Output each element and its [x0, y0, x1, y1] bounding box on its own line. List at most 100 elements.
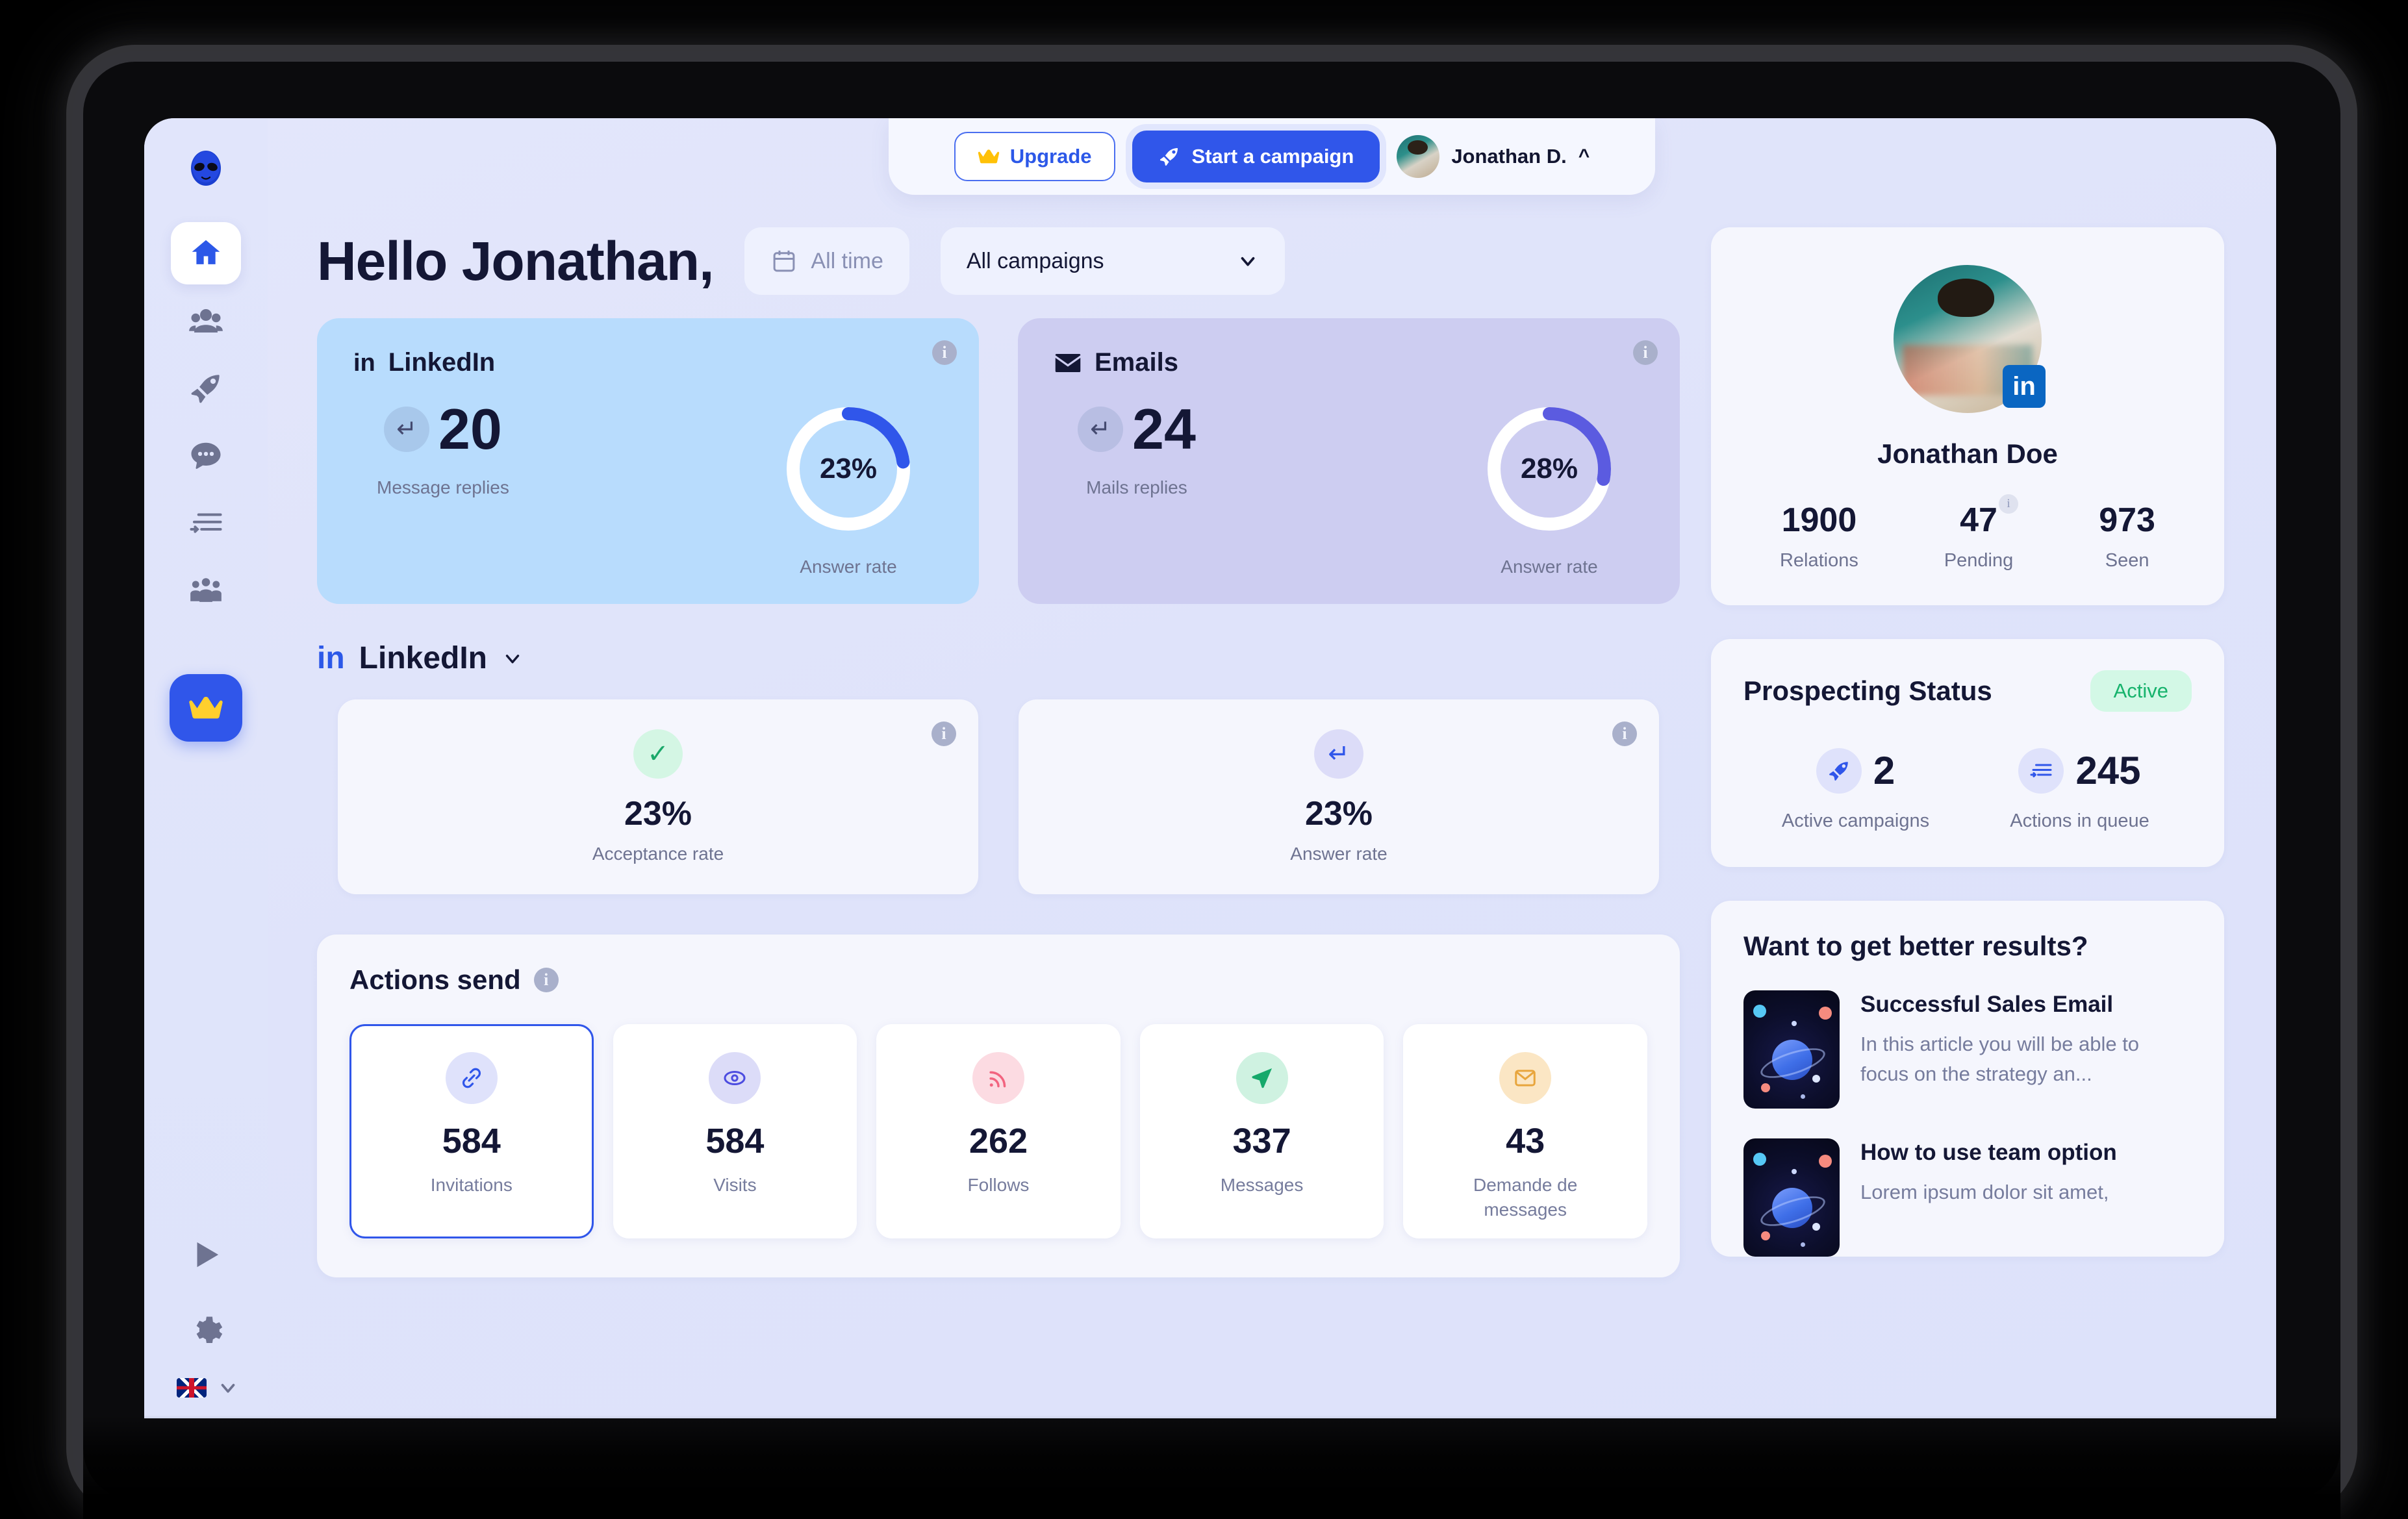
uk-flag-icon: [177, 1378, 207, 1398]
sidebar-nav-list: [144, 222, 268, 622]
chevron-up-icon: ^: [1578, 145, 1590, 167]
linkedin-section-header[interactable]: in LinkedIn: [317, 640, 1680, 676]
start-campaign-label: Start a campaign: [1191, 145, 1354, 168]
answer-rate-label: Answer rate: [800, 557, 897, 577]
action-tile-value: 584: [442, 1122, 501, 1161]
reply-icon: ↵: [1314, 729, 1363, 779]
greeting-row: Hello Jonathan, All time All campaigns: [317, 227, 1680, 295]
upgrade-button[interactable]: Upgrade: [954, 132, 1115, 181]
action-tile-message-requests[interactable]: 43 Demande de messages: [1403, 1024, 1647, 1238]
linkedin-section-title: LinkedIn: [359, 641, 487, 675]
profile-stat-relations: 1900 Relations: [1780, 501, 1858, 571]
left-sidebar: [144, 118, 268, 1418]
article-item[interactable]: How to use team option Lorem ipsum dolor…: [1743, 1138, 2192, 1257]
language-selector[interactable]: [173, 1377, 239, 1399]
rocket-icon: [191, 375, 220, 403]
article-item[interactable]: Successful Sales Email In this article y…: [1743, 990, 2192, 1109]
info-icon[interactable]: i: [932, 722, 956, 746]
channel-summary-row: i in LinkedIn ↵ 20 Message replies 23% A…: [317, 318, 1680, 604]
profile-stat-pending: 47 i Pending: [1944, 494, 2018, 571]
acceptance-rate-card: i ✓ 23% Acceptance rate: [338, 699, 978, 894]
article-description: Lorem ipsum dolor sit amet,: [1860, 1180, 2109, 1203]
chat-icon: [191, 442, 221, 470]
profile-stat-value: 47: [1960, 501, 1997, 539]
action-tile-value: 337: [1232, 1122, 1291, 1161]
sidebar-item-queue[interactable]: [171, 492, 241, 555]
linkedin-icon: in: [353, 349, 375, 377]
sidebar-item-tutorial[interactable]: [171, 1224, 241, 1286]
upgrade-button-label: Upgrade: [1009, 145, 1092, 168]
answer-rate-value: 28%: [1520, 453, 1578, 484]
alien-icon[interactable]: [182, 145, 230, 194]
action-tile-visits[interactable]: 584 Visits: [613, 1024, 857, 1238]
action-tile-follows[interactable]: 262 Follows: [876, 1024, 1121, 1238]
profile-stat-value: 1900: [1781, 501, 1857, 539]
app-window: Upgrade Start a campaign Jonathan D. ^ H…: [144, 118, 2276, 1418]
sidebar-item-upgrade[interactable]: [170, 674, 242, 742]
profile-stat-value: 973: [2099, 501, 2155, 539]
action-tile-label: Follows: [967, 1175, 1030, 1195]
channel-card-linkedin: i in LinkedIn ↵ 20 Message replies 23% A…: [317, 318, 979, 604]
status-badge: Active: [2090, 670, 2192, 712]
link-icon: [445, 1052, 498, 1104]
profile-card: in Jonathan Doe 1900 Relations 47 i Pendi…: [1711, 227, 2224, 605]
sidebar-item-settings[interactable]: [171, 1300, 241, 1362]
main-column: Hello Jonathan, All time All campaigns i…: [317, 227, 1680, 1418]
side-column: in Jonathan Doe 1900 Relations 47 i Pendi…: [1711, 227, 2224, 1418]
campaign-filter-value: All campaigns: [966, 248, 1104, 273]
answer-rate-donut: 28%: [1481, 401, 1617, 537]
channel-card-emails: i Emails ↵ 24 Mails replies 28% Answer r…: [1018, 318, 1680, 604]
chevron-down-icon[interactable]: [501, 647, 524, 670]
info-icon[interactable]: i: [1633, 340, 1658, 365]
chevron-down-icon: [1241, 257, 1255, 266]
rocket-icon: [1816, 748, 1862, 794]
info-icon[interactable]: i: [1998, 494, 2018, 514]
article-thumbnail: [1743, 990, 1840, 1109]
channel-metric-value: 24: [1132, 397, 1196, 461]
info-icon[interactable]: i: [932, 340, 957, 365]
profile-stat-label: Relations: [1779, 550, 1858, 571]
prospecting-value: 245: [2075, 749, 2141, 792]
action-tile-invitations[interactable]: 584 Invitations: [349, 1024, 594, 1238]
articles-card: Want to get better results? Successful S…: [1711, 901, 2224, 1257]
info-icon[interactable]: i: [1612, 722, 1637, 746]
channel-metric-label: Message replies: [377, 477, 509, 497]
envelope-icon: [1055, 353, 1081, 372]
page-title: Hello Jonathan,: [317, 230, 714, 292]
campaign-filter[interactable]: All campaigns: [940, 227, 1285, 295]
answer-rate-donut: 23%: [780, 401, 917, 537]
action-tile-label: Invitations: [430, 1175, 513, 1195]
articles-title: Want to get better results?: [1743, 931, 2088, 961]
sidebar-item-team[interactable]: [171, 560, 241, 622]
profile-stat-label: Seen: [2105, 550, 2149, 571]
sidebar-item-campaigns[interactable]: [171, 357, 241, 420]
start-campaign-button[interactable]: Start a campaign: [1132, 131, 1380, 182]
answer-rate-label: Answer rate: [1290, 844, 1388, 864]
avatar: [1397, 135, 1440, 178]
action-tile-value: 584: [705, 1122, 765, 1161]
channel-name: LinkedIn: [388, 348, 496, 377]
article-title: How to use team option: [1860, 1140, 2117, 1165]
channel-metric-value: 20: [438, 397, 502, 461]
date-range-filter[interactable]: All time: [744, 227, 909, 295]
sidebar-item-messages[interactable]: [171, 425, 241, 487]
chevron-down-icon: [221, 1383, 235, 1393]
sidebar-item-contacts[interactable]: [171, 290, 241, 352]
action-tile-label: Visits: [713, 1175, 757, 1195]
info-icon[interactable]: i: [533, 968, 559, 992]
queue-icon: [190, 513, 222, 533]
action-tile-value: 262: [969, 1122, 1028, 1161]
user-menu[interactable]: Jonathan D. ^: [1397, 135, 1590, 178]
action-tile-messages[interactable]: 337 Messages: [1139, 1024, 1384, 1238]
check-icon: ✓: [633, 729, 683, 779]
channel-name: Emails: [1095, 348, 1178, 377]
acceptance-rate-label: Acceptance rate: [592, 844, 724, 864]
sidebar-item-home[interactable]: [171, 222, 241, 284]
answer-rate-value: 23%: [819, 453, 878, 484]
send-icon: [1236, 1052, 1288, 1104]
queue-icon: [2018, 748, 2064, 794]
rocket-icon: [1160, 147, 1178, 166]
screenshot-stage: Upgrade Start a campaign Jonathan D. ^ H…: [0, 0, 2408, 1519]
profile-name: Jonathan Doe: [1877, 438, 2058, 469]
action-tile-value: 43: [1506, 1122, 1545, 1161]
